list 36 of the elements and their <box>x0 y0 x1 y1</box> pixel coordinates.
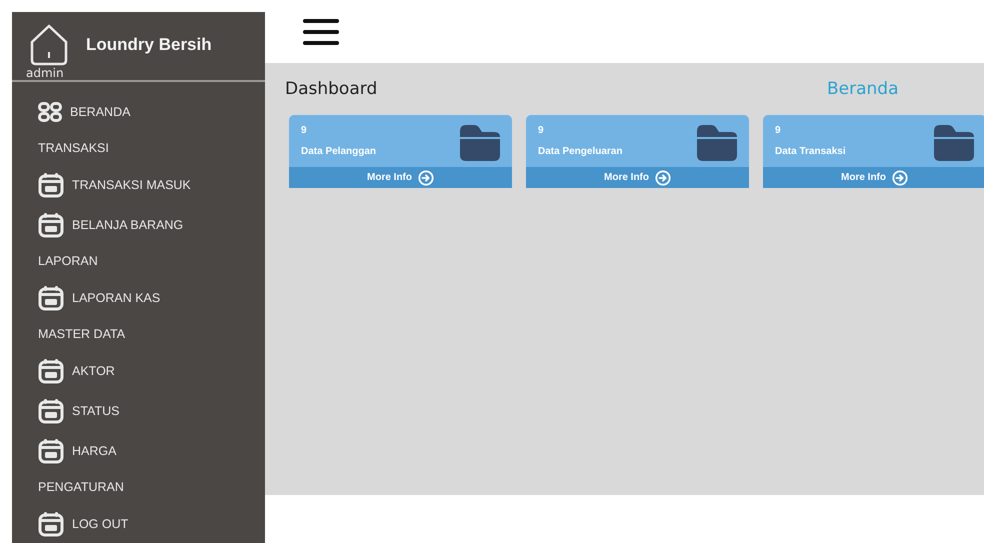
arrow-circle-icon <box>418 170 434 186</box>
brand-name: Loundry Bersih <box>86 35 212 55</box>
menu-heading: MASTER DATA <box>38 326 126 343</box>
calendar-icon <box>38 438 64 464</box>
menu-item[interactable]: HARGA <box>38 431 265 471</box>
menu-heading: PENGATURAN <box>38 479 125 496</box>
folder-icon <box>934 125 974 161</box>
stat-label: Data Pelanggan <box>301 146 376 157</box>
folder-icon <box>460 125 500 161</box>
menu-item[interactable]: BERANDA <box>38 92 265 132</box>
stat-count: 9 <box>301 125 308 136</box>
stat-label: Data Pengeluaran <box>538 146 622 157</box>
menu-item[interactable]: BELANJA BARANG <box>38 205 265 245</box>
menu-item[interactable]: STATUS <box>38 391 265 431</box>
folder-icon <box>697 125 737 161</box>
menu-heading: TRANSAKSI <box>38 140 110 157</box>
calendar-icon <box>38 511 64 537</box>
menu-icon[interactable] <box>303 18 339 46</box>
calendar-icon <box>38 285 64 311</box>
calendar-icon <box>38 398 64 424</box>
stat-count: 9 <box>538 125 545 136</box>
user-role: admin <box>26 66 65 80</box>
arrow-circle-icon <box>892 170 908 186</box>
stat-count: 9 <box>775 125 782 136</box>
menu-item[interactable]: LOG OUT <box>38 504 265 543</box>
page-title: Dashboard <box>285 79 378 99</box>
calendar-icon <box>38 212 64 238</box>
menu-item[interactable]: TRANSAKSI MASUK <box>38 165 265 205</box>
menu-item[interactable]: AKTOR <box>38 351 265 391</box>
calendar-icon <box>38 358 64 384</box>
stat-label: Data Transaksi <box>775 146 846 157</box>
calendar-icon <box>38 172 64 198</box>
menu-item[interactable]: LAPORAN KAS <box>38 278 265 318</box>
menu-heading: LAPORAN <box>38 253 99 270</box>
grid-icon <box>38 102 62 122</box>
arrow-circle-icon <box>655 170 671 186</box>
